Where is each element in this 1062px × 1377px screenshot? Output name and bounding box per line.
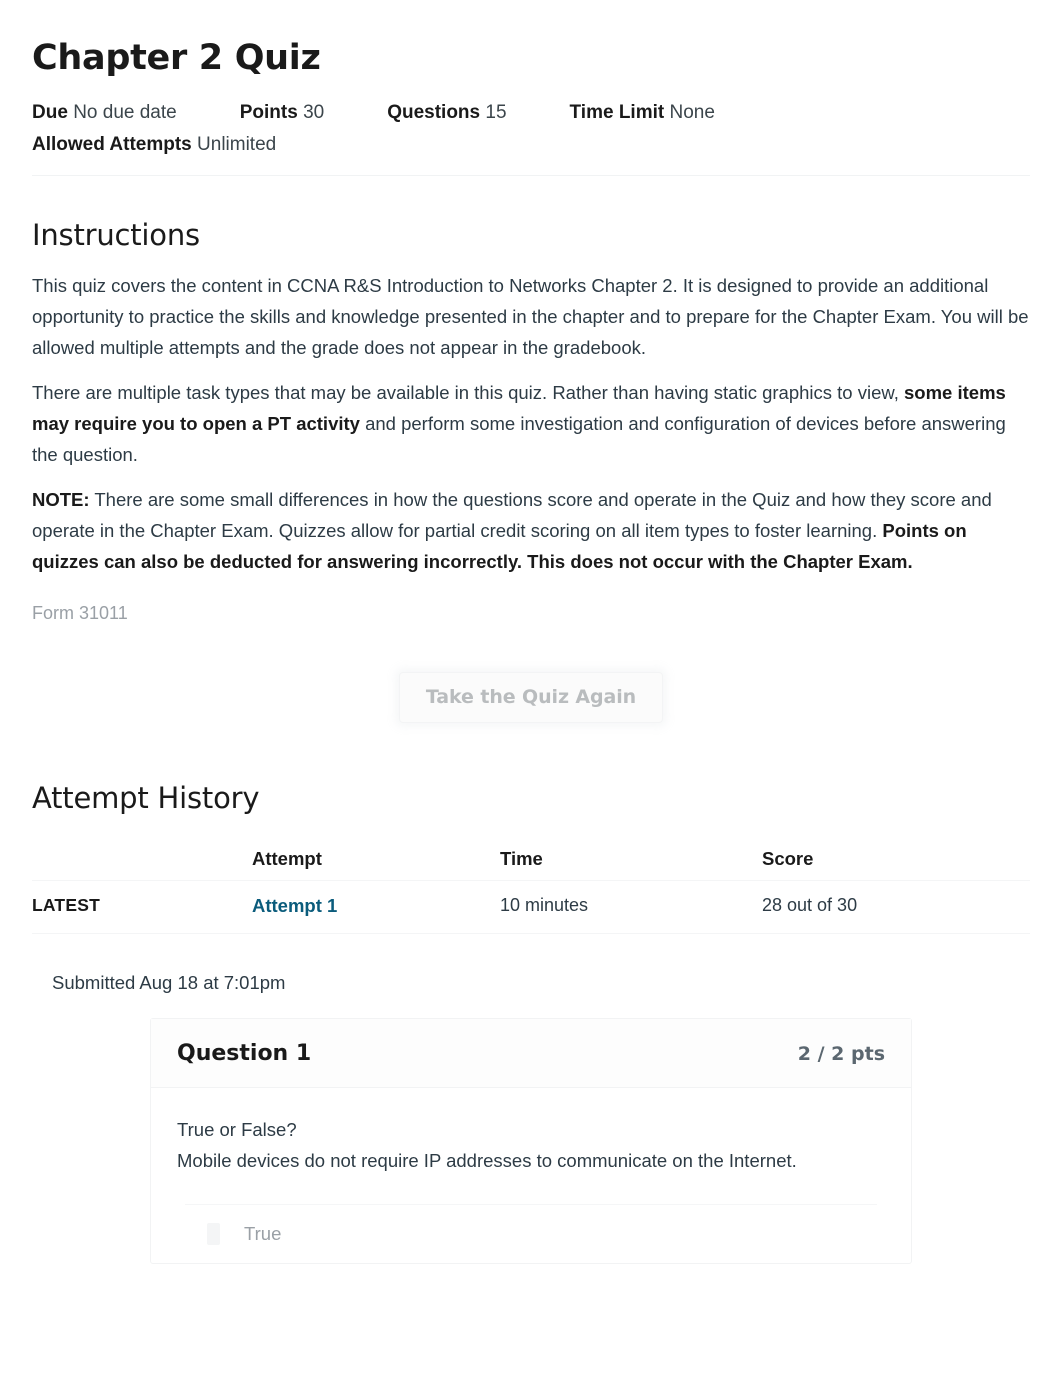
instructions-paragraph-3-text: There are some small differences in how … (32, 488, 992, 541)
quiz-meta-questions-value: 15 (485, 101, 507, 123)
quiz-meta-time-limit-label: Time Limit (569, 101, 665, 123)
quiz-meta-due: Due No due date (32, 97, 177, 129)
question-points: 2 / 2 pts (797, 1042, 885, 1065)
quiz-meta-line-1: Due No due date Points 30 Questions 15 Time… (32, 97, 1030, 129)
retake-button-container: Take the Quiz Again (32, 671, 1030, 723)
question-name: Question 1 (177, 1040, 312, 1066)
column-header-kept (32, 836, 252, 881)
quiz-meta-line-2: Allowed Attempts Unlimited (32, 129, 1030, 161)
attempt-history-table-body: LATEST Attempt 1 10 minutes 28 out of 30 (32, 880, 1030, 934)
instructions-heading: Instructions (32, 217, 200, 252)
cell-time: 10 minutes (500, 880, 762, 934)
take-quiz-again-button[interactable]: Take the Quiz Again (398, 671, 664, 723)
instructions-paragraph-1: This quiz covers the content in CCNA R&S… (32, 274, 1029, 358)
quiz-meta-allowed-attempts-label: Allowed Attempts (32, 133, 192, 155)
submitted-timestamp: Submitted Aug 18 at 7:01pm (52, 971, 286, 993)
column-header-attempt: Attempt (252, 836, 500, 881)
form-id: Form 31011 (32, 602, 128, 623)
table-row: LATEST Attempt 1 10 minutes 28 out of 30 (32, 880, 1030, 934)
quiz-meta-time-limit: Time Limit None (570, 97, 715, 129)
quiz-meta-allowed-attempts: Allowed Attempts Unlimited (32, 129, 276, 161)
attempt-1-link[interactable]: Attempt 1 (252, 895, 337, 916)
radio-button-icon (207, 1222, 220, 1245)
answer-option-label: True (244, 1222, 282, 1244)
table-header-row: Attempt Time Score (32, 836, 1030, 881)
quiz-meta-questions: Questions 15 (387, 97, 506, 129)
quiz-meta-questions-label: Questions (387, 101, 481, 123)
attempt-history-table-head: Attempt Time Score (32, 836, 1030, 881)
quiz-meta-points: Points 30 (240, 97, 324, 129)
cell-kept: LATEST (32, 880, 252, 934)
quiz-meta-points-label: Points (239, 101, 298, 123)
question-card: Question 1 2 / 2 pts True or False? Mobi… (150, 1017, 912, 1264)
latest-badge: LATEST (32, 895, 100, 916)
answer-option-true[interactable]: True (185, 1205, 877, 1263)
page-title: Chapter 2 Quiz (32, 38, 321, 78)
column-header-time: Time (500, 836, 762, 881)
quiz-meta-points-value: 30 (303, 101, 325, 123)
quiz-meta-due-label: Due (32, 101, 68, 123)
question-body: True or False? Mobile devices do not req… (151, 1088, 911, 1263)
instructions-note-label: NOTE: (32, 488, 90, 510)
question-prompt-line-1: True or False? (177, 1118, 297, 1140)
column-header-score: Score (762, 836, 1030, 881)
question-prompt-line-2: Mobile devices do not require IP address… (177, 1149, 797, 1171)
instructions-paragraph-2-text-a: There are multiple task types that may b… (32, 381, 905, 403)
quiz-meta-due-value: No due date (73, 101, 177, 123)
quiz-results-page: Chapter 2 Quiz Due No due date Points 30 Q… (0, 0, 1062, 1377)
quiz-header-details: Due No due date Points 30 Questions 15 Time… (32, 97, 1030, 176)
question-card-header: Question 1 2 / 2 pts (151, 1018, 911, 1088)
quiz-meta-time-limit-value: None (669, 101, 715, 123)
instructions-paragraph-2: There are multiple task types that may b… (32, 377, 1030, 470)
attempt-history-table: Attempt Time Score LATEST Attempt 1 10 m… (32, 836, 1030, 934)
cell-attempt: Attempt 1 (252, 880, 500, 934)
quiz-meta-allowed-attempts-value: Unlimited (197, 133, 277, 155)
instructions-paragraph-3: NOTE: There are some small differences i… (32, 484, 1030, 577)
attempt-history-heading: Attempt History (32, 780, 260, 815)
cell-score: 28 out of 30 (762, 880, 1030, 934)
instructions-body: This quiz covers the content in CCNA R&S… (32, 270, 1030, 624)
answer-list: True (185, 1203, 877, 1263)
